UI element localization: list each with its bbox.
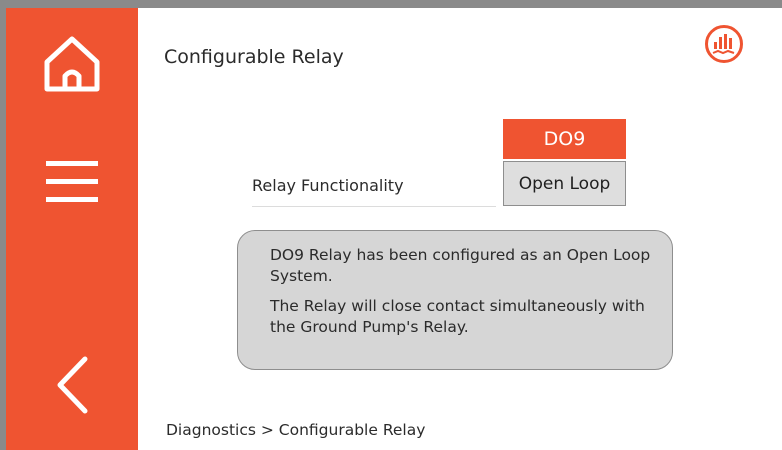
home-button[interactable] — [6, 8, 138, 118]
chevron-left-icon — [57, 356, 88, 414]
field-divider — [252, 206, 496, 207]
menu-button[interactable] — [6, 126, 138, 236]
back-button[interactable] — [6, 330, 138, 440]
relay-functionality-label: Relay Functionality — [252, 176, 404, 195]
info-message-box: DO9 Relay has been configured as an Open… — [237, 230, 673, 370]
info-line-2: The Relay will close contact simultaneou… — [270, 297, 645, 336]
relay-functionality-value-button[interactable]: Open Loop — [503, 161, 626, 206]
pump-chart-logo-icon — [704, 24, 744, 64]
home-icon — [44, 36, 100, 92]
screen: Configurable Relay DO9 Relay Functionali… — [6, 8, 782, 450]
sidebar — [6, 8, 138, 450]
page-title: Configurable Relay — [164, 46, 344, 68]
info-line-1: DO9 Relay has been configured as an Open… — [270, 246, 651, 285]
relay-output-header: DO9 — [503, 119, 626, 159]
breadcrumb: Diagnostics > Configurable Relay — [166, 421, 426, 439]
hamburger-menu-icon — [46, 161, 98, 202]
